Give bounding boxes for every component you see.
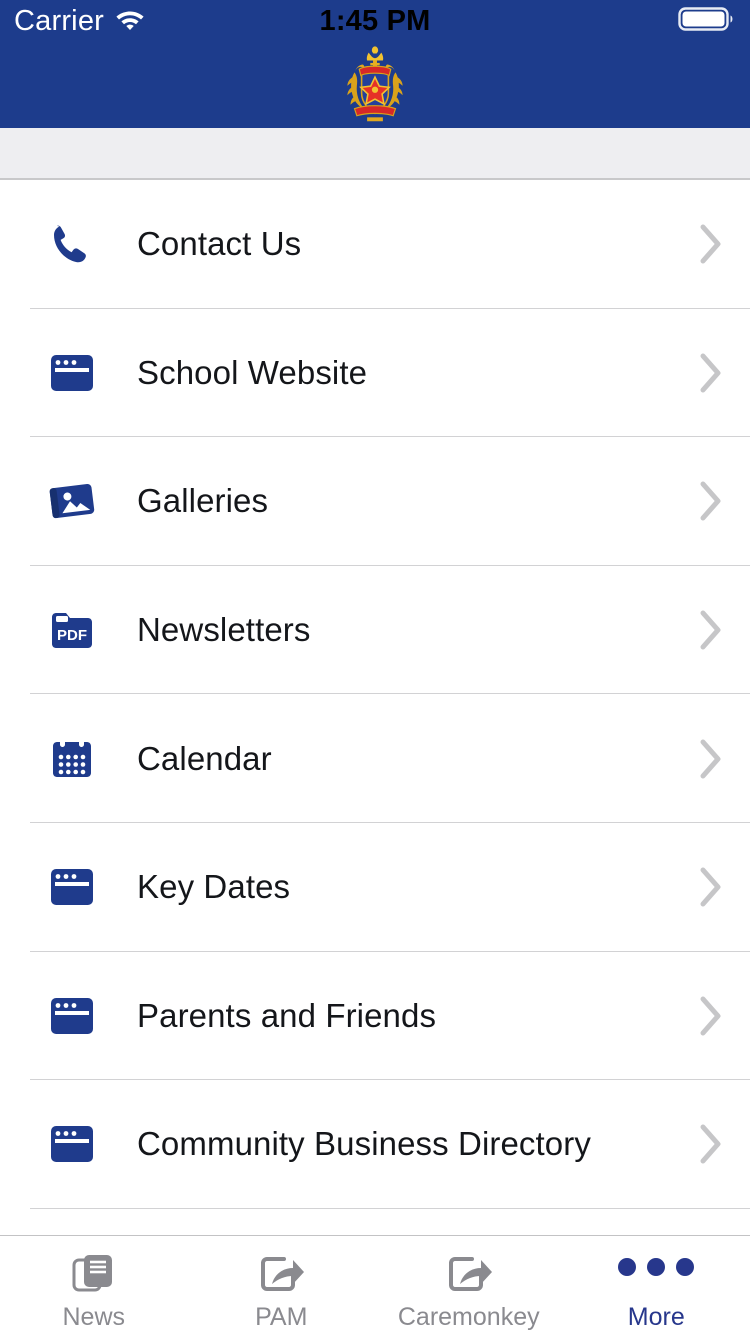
dot <box>647 1257 666 1276</box>
list-item-label: Galleries <box>137 482 269 520</box>
bottom-tab-bar: News PAM Caremonkey More <box>0 1235 750 1334</box>
list-item-label: School Website <box>137 353 368 391</box>
list-item-label: Key Dates <box>137 868 291 906</box>
pdf-label: PDF <box>57 627 87 644</box>
list-item-label: Community Business Directory <box>137 1125 591 1163</box>
chevron-right-icon <box>698 480 724 522</box>
phone-icon <box>44 216 100 272</box>
header-subbar <box>0 128 750 180</box>
browser-window-icon <box>44 345 100 401</box>
app-screen: Carrier 1:45 PM Contact Us School Websit… <box>0 0 750 1334</box>
list-item-school-website[interactable]: School Website <box>0 308 750 438</box>
tab-caremonkey[interactable]: Caremonkey <box>375 1236 563 1334</box>
dot <box>618 1257 637 1276</box>
chevron-right-icon <box>698 1123 724 1165</box>
dot <box>676 1257 695 1276</box>
list-item-newsletters[interactable]: PDF Newsletters <box>0 565 750 695</box>
status-bar: Carrier <box>0 0 750 42</box>
browser-window-icon <box>44 1116 100 1172</box>
app-header: Carrier 1:45 PM <box>0 0 750 128</box>
external-link-icon <box>446 1245 492 1297</box>
tab-news[interactable]: News <box>0 1236 188 1334</box>
tab-pam[interactable]: PAM <box>188 1236 376 1334</box>
chevron-right-icon <box>698 223 724 265</box>
list-item-label: Newsletters <box>137 611 311 649</box>
chevron-right-icon <box>698 995 724 1037</box>
wifi-icon <box>114 7 146 36</box>
list-item-contact-us[interactable]: Contact Us <box>0 180 750 309</box>
chevron-right-icon <box>698 866 724 908</box>
list-item-galleries[interactable]: Galleries <box>0 437 750 566</box>
tab-label: Caremonkey <box>397 1302 540 1331</box>
status-bar-left: Carrier <box>14 5 146 38</box>
external-link-icon <box>258 1245 305 1297</box>
header-logo-container <box>0 42 750 128</box>
photo-gallery-icon <box>44 473 100 529</box>
list-item-label: Calendar <box>137 739 272 777</box>
menu-list: Contact Us School Website Galleries PDF … <box>0 180 750 1235</box>
chevron-right-icon <box>698 609 724 651</box>
pdf-folder-icon: PDF <box>44 602 100 658</box>
calendar-icon <box>44 731 100 787</box>
list-item-calendar[interactable]: Calendar <box>0 694 750 823</box>
status-bar-right <box>678 5 736 38</box>
news-documents-icon <box>71 1245 117 1297</box>
tab-label: News <box>62 1302 125 1331</box>
list-item-key-dates[interactable]: Key Dates <box>0 822 750 952</box>
browser-window-icon <box>44 859 100 915</box>
chevron-right-icon <box>698 738 724 780</box>
more-dots-icon <box>618 1245 695 1297</box>
tab-more[interactable]: More <box>563 1236 750 1334</box>
list-item-label: Parents and Friends <box>137 996 437 1034</box>
carrier-label: Carrier <box>14 4 105 37</box>
chevron-right-icon <box>698 352 724 394</box>
tab-label: More <box>627 1302 685 1331</box>
list-item-community-business-directory[interactable]: Community Business Directory <box>0 1080 750 1209</box>
school-crest-logo <box>335 44 415 126</box>
browser-window-icon <box>44 988 100 1044</box>
battery-full-icon <box>678 5 736 38</box>
list-item-label: Contact Us <box>137 225 302 263</box>
tab-label: PAM <box>255 1302 308 1331</box>
list-item-parents-and-friends[interactable]: Parents and Friends <box>0 951 750 1081</box>
